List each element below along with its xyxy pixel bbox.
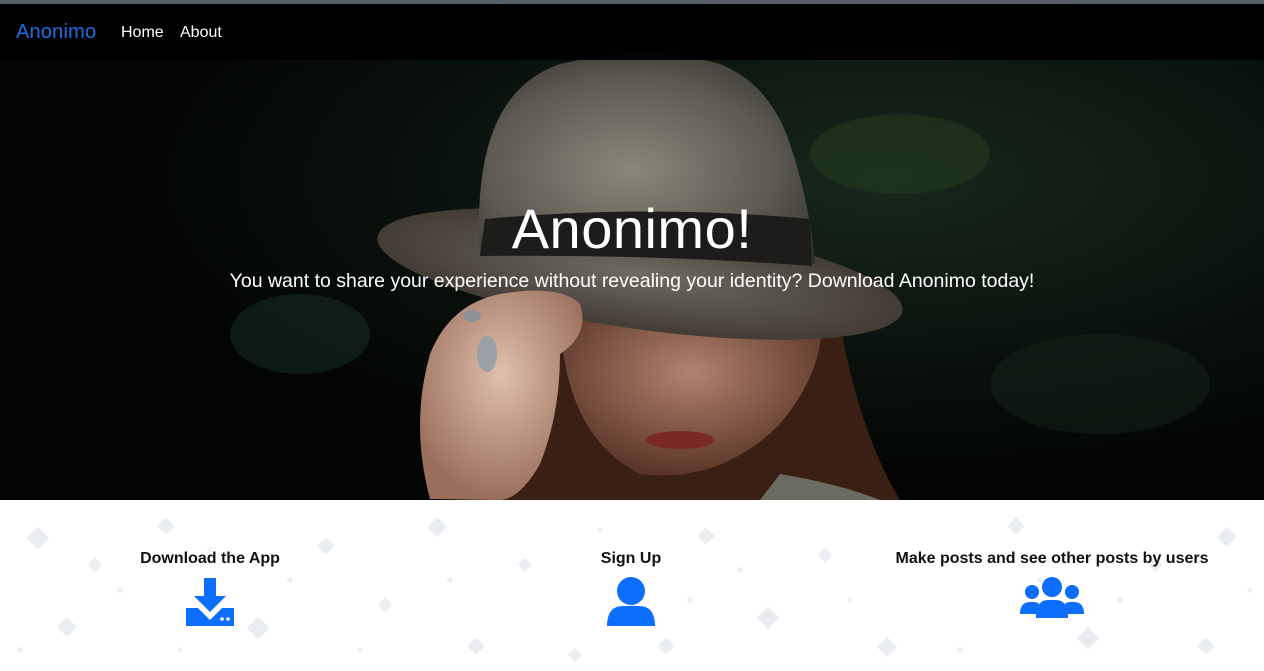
nav-about-link[interactable]: About	[180, 24, 222, 42]
hero-section: Anonimo Home About Anonimo! You want to …	[0, 4, 1264, 500]
feature-signup-title: Sign Up	[600, 550, 662, 567]
feature-download: Download the App	[110, 550, 310, 628]
user-icon[interactable]	[605, 576, 657, 628]
brand-link[interactable]: Anonimo	[16, 21, 96, 44]
users-group-icon[interactable]	[1020, 576, 1084, 620]
feature-signup: Sign Up	[531, 550, 731, 628]
hero-title: Anonimo!	[511, 197, 753, 260]
feature-posts-title: Make posts and see other posts by users	[895, 550, 1209, 567]
feature-download-title: Download the App	[140, 550, 280, 567]
nav-home-link[interactable]: Home	[121, 24, 164, 42]
top-navbar: Anonimo Home About	[0, 4, 1264, 60]
feature-posts: Make posts and see other posts by users	[892, 550, 1212, 620]
features-section: Download the App Sign Up Make posts and …	[0, 500, 1264, 671]
download-icon[interactable]	[184, 576, 236, 628]
hero-subtitle: You want to share your experience withou…	[229, 270, 1035, 292]
